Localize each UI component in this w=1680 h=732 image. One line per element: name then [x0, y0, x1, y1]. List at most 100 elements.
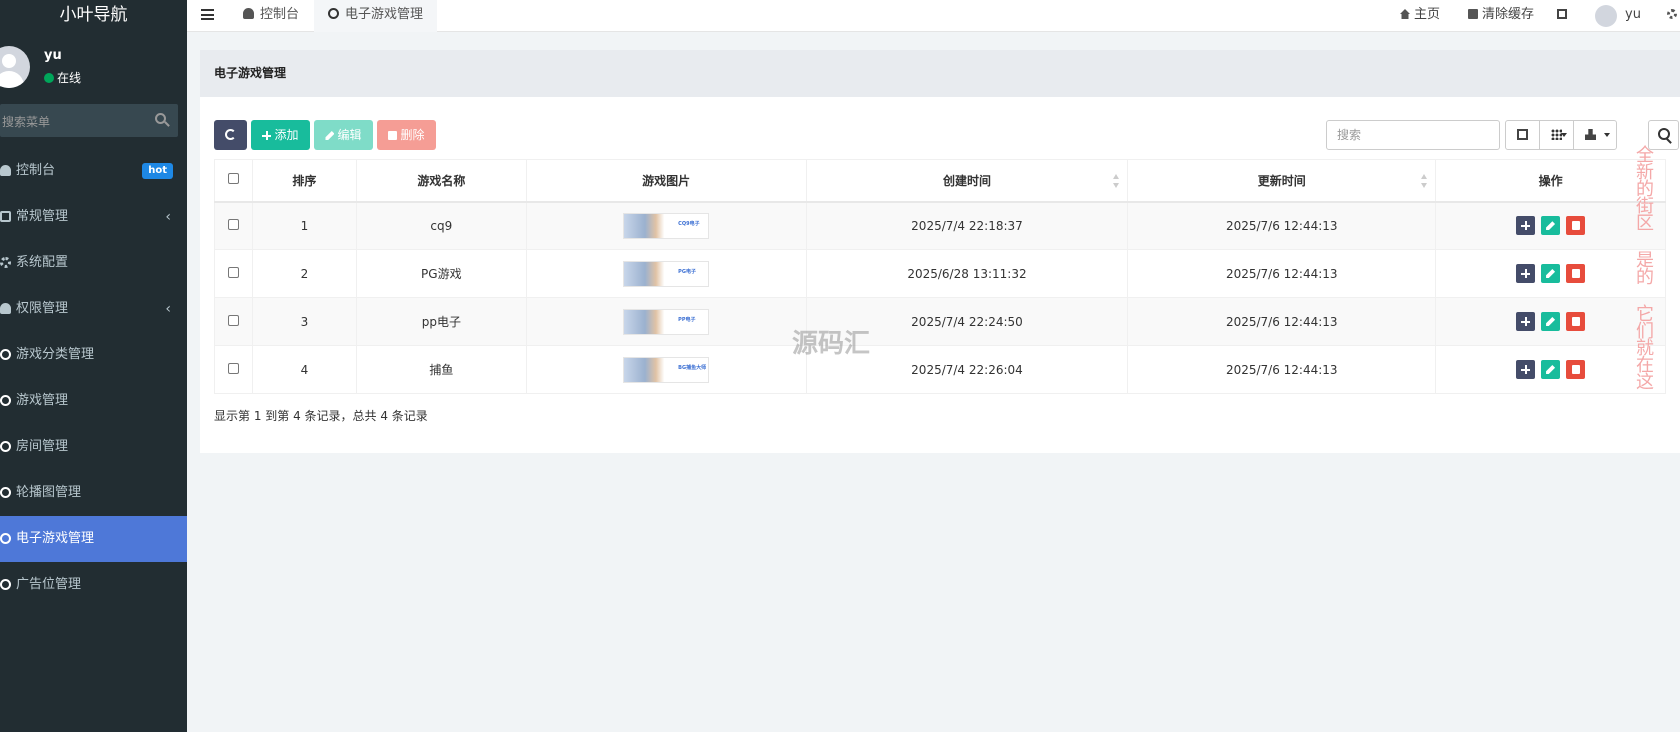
- column-header-updated[interactable]: 更新时间: [1127, 159, 1437, 203]
- refresh-button[interactable]: [214, 120, 247, 150]
- user-menu[interactable]: yu: [1625, 0, 1641, 32]
- tab-dashboard[interactable]: 控制台: [229, 0, 313, 32]
- hot-badge: hot: [142, 163, 173, 179]
- sidebar-item-label: 轮播图管理: [16, 485, 82, 500]
- image-cell: CQ9电子: [525, 201, 807, 250]
- row-checkbox[interactable]: [227, 362, 239, 374]
- table-header: 排序 游戏名称 游戏图片 创建时间 更新时间 操作: [214, 159, 1666, 203]
- sidebar-item-permissions[interactable]: 权限管理 ‹: [0, 286, 187, 332]
- circle-icon: [0, 395, 11, 406]
- row-select-cell: [214, 249, 253, 298]
- pencil-icon: [1546, 365, 1556, 374]
- column-header-label: 更新时间: [1257, 173, 1306, 188]
- tab-label: 控制台: [260, 7, 300, 22]
- sidebar-item-label: 控制台: [16, 163, 56, 178]
- table-row: 2 PG游戏 PG电子 2025/6/28 13:11:32 2025/7/6 …: [214, 249, 1666, 298]
- trash-icon: [1571, 317, 1580, 326]
- sidebar-item-label: 房间管理: [16, 439, 69, 454]
- menu-toggle-icon[interactable]: [201, 9, 214, 20]
- delete-button[interactable]: 删除: [377, 120, 436, 150]
- tab-egame[interactable]: 电子游戏管理: [314, 0, 438, 32]
- row-checkbox[interactable]: [227, 314, 239, 326]
- row-checkbox[interactable]: [227, 218, 239, 230]
- columns-button[interactable]: [1540, 121, 1574, 149]
- name-cell: cq9: [355, 201, 527, 250]
- row-edit-button[interactable]: [1541, 264, 1561, 283]
- sidebar-item-room[interactable]: 房间管理: [0, 424, 187, 470]
- thumbnail-label: PP电子: [678, 316, 696, 323]
- sidebar-item-dashboard[interactable]: 控制台 hot: [0, 148, 187, 194]
- trash-icon: [388, 131, 398, 140]
- sidebar-item-general[interactable]: 常规管理 ‹: [0, 194, 187, 240]
- expand-icon: [1557, 9, 1567, 19]
- vertical-ad-text: 全新的街区 是的 它们就在这: [1633, 145, 1654, 389]
- column-header-name[interactable]: 游戏名称: [355, 159, 527, 203]
- refresh-icon: [225, 129, 236, 140]
- column-header-image[interactable]: 游戏图片: [525, 159, 807, 203]
- sort-icon: [1113, 174, 1120, 188]
- user-panel: yu 在线: [0, 32, 187, 104]
- sidebar-item-game[interactable]: 游戏管理: [0, 378, 187, 424]
- fullscreen-button[interactable]: [1557, 0, 1571, 32]
- row-delete-button[interactable]: [1565, 264, 1585, 283]
- drag-sort-button[interactable]: [1516, 360, 1536, 379]
- table-row: 1 cq9 CQ9电子 2025/7/4 22:18:37 2025/7/6 1…: [214, 201, 1666, 250]
- row-delete-button[interactable]: [1565, 216, 1585, 236]
- row-delete-button[interactable]: [1565, 360, 1585, 379]
- sidebar-item-system-config[interactable]: 系统配置: [0, 240, 187, 286]
- row-checkbox[interactable]: [227, 266, 239, 278]
- circle-icon: [328, 8, 339, 19]
- column-header-order[interactable]: 排序: [251, 159, 357, 203]
- sidebar-item-game-category[interactable]: 游戏分类管理: [0, 332, 187, 378]
- row-select-cell: [214, 345, 253, 394]
- menu-search-placeholder: 搜索菜单: [2, 115, 51, 129]
- row-edit-button[interactable]: [1541, 360, 1561, 379]
- order-cell: 1: [251, 201, 357, 250]
- circle-icon: [0, 487, 11, 498]
- thumbnail-label: BG捕鱼大师: [678, 364, 707, 371]
- row-edit-button[interactable]: [1541, 312, 1561, 331]
- clear-cache-link[interactable]: 清除缓存: [1468, 0, 1534, 32]
- row-edit-button[interactable]: [1541, 216, 1561, 236]
- row-delete-button[interactable]: [1565, 312, 1585, 331]
- column-header-created[interactable]: 创建时间: [805, 159, 1129, 203]
- status-label: 在线: [57, 71, 82, 85]
- sidebar-item-ads[interactable]: 广告位管理: [0, 562, 187, 608]
- updated-cell: 2025/7/6 12:44:13: [1127, 201, 1437, 250]
- drag-sort-button[interactable]: [1516, 312, 1536, 331]
- avatar: [0, 46, 30, 88]
- updated-cell: 2025/7/6 12:44:13: [1127, 297, 1437, 346]
- toggle-view-button[interactable]: [1506, 121, 1540, 149]
- table-search-input[interactable]: 搜索: [1326, 120, 1500, 150]
- sidebar-item-label: 游戏分类管理: [16, 347, 95, 362]
- game-thumbnail[interactable]: BG捕鱼大师: [623, 356, 710, 383]
- home-link[interactable]: 主页: [1400, 0, 1440, 32]
- brand-logo[interactable]: 小叶导航: [0, 0, 187, 32]
- drag-sort-button[interactable]: [1516, 264, 1536, 283]
- sidebar-item-carousel[interactable]: 轮播图管理: [0, 470, 187, 516]
- name-cell: PG游戏: [355, 249, 527, 298]
- add-button[interactable]: 添加: [251, 120, 310, 150]
- home-label: 主页: [1414, 7, 1441, 22]
- pencil-icon: [1546, 317, 1556, 326]
- circle-icon: [0, 441, 11, 452]
- delete-label: 删除: [400, 128, 425, 142]
- avatar[interactable]: [1595, 5, 1617, 27]
- drag-sort-button[interactable]: [1516, 216, 1536, 236]
- search-icon[interactable]: [155, 113, 166, 124]
- table-icon: [1517, 129, 1528, 140]
- edit-button[interactable]: 编辑: [314, 120, 373, 150]
- menu-search-input[interactable]: 搜索菜单: [0, 104, 178, 137]
- game-thumbnail[interactable]: CQ9电子: [623, 212, 710, 239]
- sidebar-item-egame[interactable]: 电子游戏管理: [0, 516, 187, 562]
- edit-label: 编辑: [337, 128, 362, 142]
- move-icon: [1521, 221, 1531, 231]
- circle-icon: [0, 579, 11, 590]
- game-thumbnail[interactable]: PP电子: [623, 308, 710, 335]
- plus-icon: [262, 131, 272, 140]
- game-thumbnail[interactable]: PG电子: [623, 260, 710, 287]
- settings-button[interactable]: [1667, 0, 1680, 32]
- select-all-checkbox[interactable]: [227, 173, 239, 185]
- export-button[interactable]: [1574, 121, 1616, 149]
- watermark: 源码汇: [792, 329, 871, 359]
